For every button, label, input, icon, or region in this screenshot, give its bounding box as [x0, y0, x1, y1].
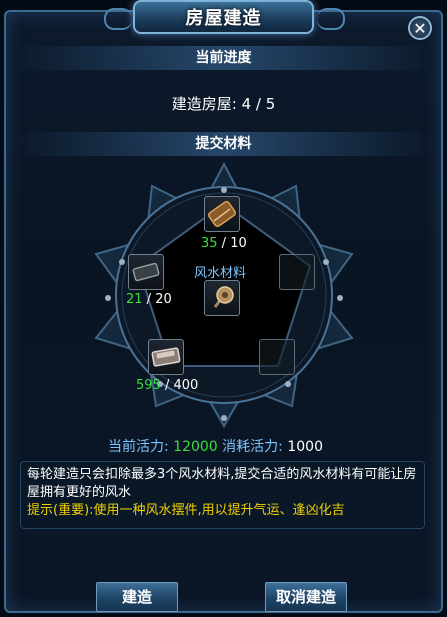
window-title: 房屋建造	[185, 8, 262, 29]
progress-value: 4 / 5	[241, 95, 276, 113]
silver-ingot-icon	[151, 347, 181, 367]
scroll-icon	[208, 200, 236, 228]
vitality-line: 当前活力: 12000 消耗活力: 1000	[108, 436, 323, 456]
material-slot-scroll[interactable]	[204, 196, 240, 232]
description-box: 每轮建造只会扣除最多3个风水材料,提交合适的风水材料有可能让房屋拥有更好的风水 …	[20, 461, 425, 529]
material-slot-compass[interactable]	[204, 280, 240, 316]
material-board: 35 / 10 21 / 20 风水材料 595 / 400	[90, 158, 358, 430]
progress-header: 当前进度	[14, 46, 433, 70]
cost-vitality-value: 1000	[287, 439, 323, 455]
material-slot-dark-block[interactable]	[128, 254, 164, 290]
dark-block-count: 21 / 20	[126, 292, 172, 307]
title-ornament-right	[317, 8, 345, 30]
materials-header: 提交材料	[14, 132, 433, 156]
silver-ingot-count: 595 / 400	[136, 378, 199, 393]
material-slot-empty-upper[interactable]	[279, 254, 315, 290]
material-slot-silver-ingot[interactable]	[148, 339, 184, 375]
progress-label: 建造房屋:	[171, 95, 237, 113]
description-text: 每轮建造只会扣除最多3个风水材料,提交合适的风水材料有可能让房屋拥有更好的风水	[27, 467, 417, 500]
cost-vitality-label: 消耗活力:	[222, 439, 283, 455]
scroll-count: 35 / 10	[201, 236, 247, 251]
build-progress: 建造房屋: 4 / 5	[14, 93, 433, 114]
title-ornament-left	[104, 8, 132, 30]
compass-icon	[213, 286, 234, 308]
fengshui-material-label: 风水材料	[194, 266, 247, 281]
material-slot-empty-lower[interactable]	[259, 339, 295, 375]
description-hint: 提示(重要):使用一种风水摆件,用以提升气运、逢凶化吉	[27, 503, 345, 518]
dark-block-icon	[132, 262, 160, 282]
title-plate: 房屋建造	[133, 0, 314, 34]
close-button[interactable]: ✕	[408, 16, 432, 40]
current-vitality-label: 当前活力:	[108, 439, 169, 455]
build-button[interactable]: 建造	[96, 582, 178, 612]
cancel-build-button[interactable]: 取消建造	[265, 582, 347, 612]
current-vitality-value: 12000	[173, 439, 218, 455]
